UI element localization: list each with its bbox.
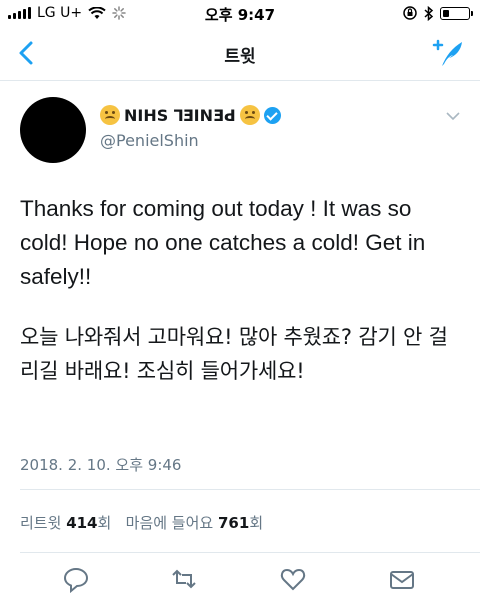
like-count: 761: [218, 514, 250, 532]
reply-icon[interactable]: [62, 565, 90, 593]
display-name: NIHS ꓶƎINƎꓒ: [124, 105, 236, 125]
compose-tweet-button[interactable]: [432, 36, 466, 70]
divider: [20, 552, 480, 553]
status-right: [402, 5, 473, 21]
avatar[interactable]: [20, 97, 86, 163]
like-stat[interactable]: 마음에 들어요 761회: [126, 514, 263, 532]
display-name-row[interactable]: NIHS ꓶƎINƎꓒ: [100, 105, 281, 125]
retweet-unit: 회: [97, 514, 112, 532]
retweet-stat[interactable]: 리트윗 414회: [20, 514, 116, 532]
like-icon[interactable]: [279, 565, 307, 593]
page-title: 트윗: [224, 47, 256, 67]
navigation-bar: 트윗: [0, 28, 480, 81]
battery-icon: [440, 6, 473, 20]
tweet-timestamp: 2018. 2. 10. 오후 9:46: [20, 456, 182, 474]
retweet-icon[interactable]: [170, 565, 198, 593]
chevron-down-icon[interactable]: [446, 111, 460, 121]
like-label: 마음에 들어요: [125, 514, 214, 532]
tweet-stats: 리트윗 414회 마음에 들어요 761회: [20, 512, 263, 533]
retweet-count: 414: [66, 514, 98, 532]
upside-down-face-emoji-icon: [239, 105, 260, 125]
bluetooth-icon: [424, 5, 434, 21]
retweet-label: 리트윗: [20, 514, 62, 532]
upside-down-face-emoji-icon: [100, 105, 120, 125]
tweet-text-korean: 오늘 나와줘서 고마워요! 많아 추웠죠? 감기 안 걸리길 바래요! 조심히 …: [20, 325, 448, 383]
tweet-text-english: Thanks for coming out today ! It was so …: [20, 196, 426, 289]
user-handle[interactable]: @PenielShin: [100, 131, 199, 150]
share-icon[interactable]: [388, 565, 416, 593]
like-unit: 회: [249, 514, 264, 532]
status-bar: LG U+ 오후 9:47: [0, 0, 480, 28]
divider: [20, 489, 480, 490]
verified-badge-icon: [263, 106, 281, 124]
orientation-lock-icon: [403, 6, 417, 20]
